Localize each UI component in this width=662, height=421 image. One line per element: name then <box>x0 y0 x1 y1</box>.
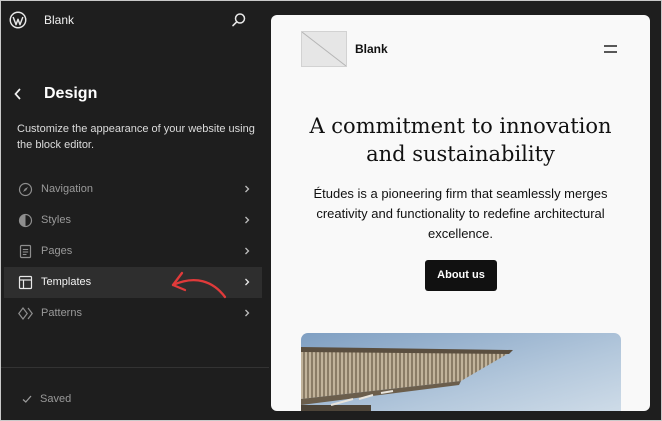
design-sidebar: Blank Design Customize the appearance of… <box>1 1 269 420</box>
check-icon <box>22 395 32 403</box>
site-logo-placeholder-icon <box>301 31 347 67</box>
chevron-right-icon <box>245 247 250 255</box>
wordpress-logo-icon[interactable] <box>9 11 27 29</box>
chevron-right-icon <box>245 216 250 224</box>
navigation-icon <box>18 182 33 197</box>
menu-item-label: Navigation <box>41 183 93 195</box>
templates-icon <box>18 275 33 290</box>
preview-body-text: Études is a pioneering firm that seamles… <box>313 186 608 241</box>
menu-item-label: Patterns <box>41 307 82 319</box>
site-editor-window: Blank Design Customize the appearance of… <box>0 0 662 421</box>
chevron-right-icon <box>245 309 250 317</box>
annotation-arrow-icon <box>171 271 227 299</box>
menu-item-styles[interactable]: Styles <box>4 205 262 236</box>
menu-icon[interactable] <box>604 44 617 54</box>
chevron-left-icon[interactable] <box>11 86 25 102</box>
sidebar-topbar: Blank <box>1 1 269 41</box>
site-preview[interactable]: Blank A commitment to innovation and sus… <box>271 15 650 411</box>
menu-item-label: Templates <box>41 276 92 288</box>
panel-title: Design <box>44 85 98 102</box>
chevron-right-icon <box>245 185 250 193</box>
about-us-button[interactable]: About us <box>425 260 497 291</box>
panel-description: Customize the appearance of your website… <box>17 123 255 151</box>
menu-item-navigation[interactable]: Navigation <box>4 174 262 205</box>
chevron-right-icon <box>245 278 250 286</box>
pages-icon <box>19 244 32 259</box>
menu-item-label: Styles <box>41 214 71 226</box>
sidebar-divider <box>1 367 269 368</box>
styles-icon <box>18 213 33 228</box>
building-image <box>301 333 621 411</box>
design-menu: Navigation Styles Pages Templates Patter… <box>4 174 262 329</box>
menu-item-label: Pages <box>41 245 73 257</box>
save-status-label: Saved <box>40 393 72 405</box>
patterns-icon <box>18 307 33 320</box>
preview-heading: A commitment to innovation and sustainab… <box>309 114 612 166</box>
site-name[interactable]: Blank <box>44 13 74 27</box>
search-icon[interactable] <box>230 11 248 29</box>
preview-site-title[interactable]: Blank <box>355 42 388 56</box>
